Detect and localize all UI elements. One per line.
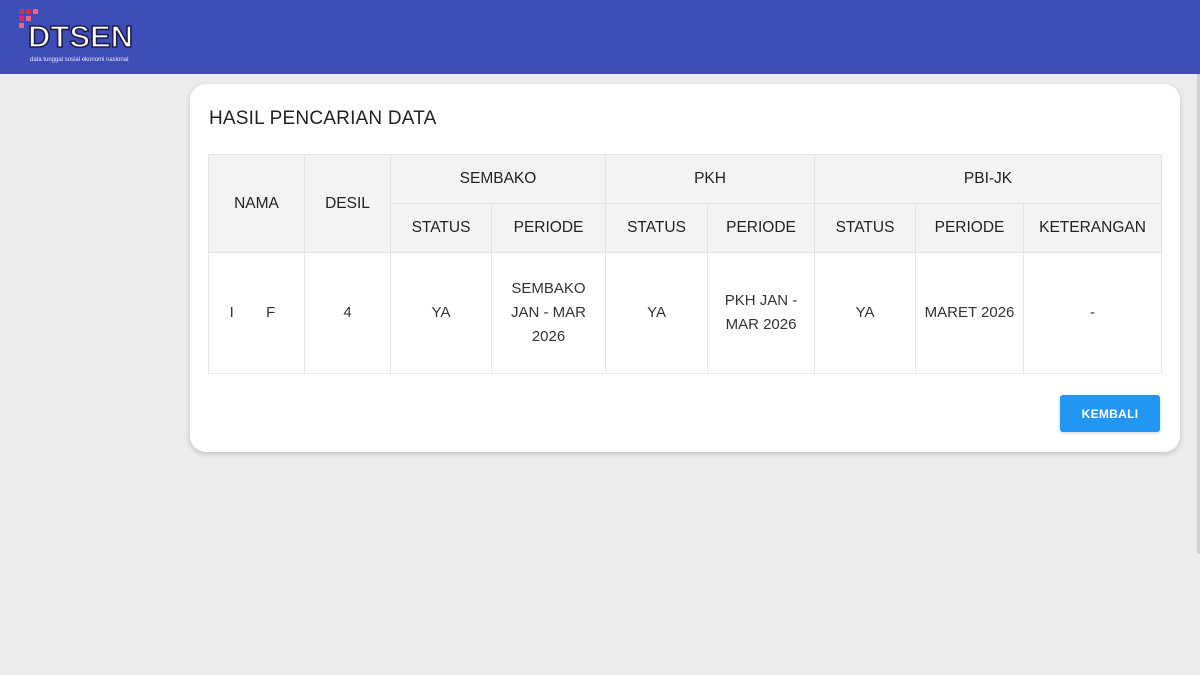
header-pkh: PKH (605, 154, 816, 204)
header-pbi-jk-status: STATUS (814, 203, 917, 253)
table-header-row: NAMA DESIL SEMBAKO PKH PBI-JK (208, 154, 1163, 253)
header-pbi-jk-keterangan: KETERANGAN (1023, 203, 1163, 253)
cell-pkh-periode: PKH JAN - MAR 2026 (707, 252, 816, 374)
logo-tagline: data tunggal sosial ekonomi nasional (30, 57, 129, 63)
cell-sembako-periode: SEMBAKO JAN - MAR 2026 (490, 252, 607, 374)
logo-wordmark: DTSEN (27, 19, 134, 55)
dtsen-logo[interactable]: DTSEN data tunggal sosial ekonomi nasion… (18, 8, 158, 66)
header-pbi-jk: PBI-JK (814, 154, 1163, 204)
header-pkh-periode: PERIODE (707, 203, 816, 253)
cell-desil: 4 (304, 252, 391, 374)
cell-pbi-jk-status: YA (814, 252, 917, 374)
cell-sembako-status: YA (390, 252, 492, 374)
cell-pbi-jk-periode: MARET 2026 (915, 252, 1025, 374)
page-title: HASIL PENCARIAN DATA (209, 108, 437, 129)
search-result-card: HASIL PENCARIAN DATA NAMA DESIL SEMBAKO … (190, 84, 1180, 452)
top-app-bar: DTSEN data tunggal sosial ekonomi nasion… (0, 0, 1200, 74)
cell-nama: I F (208, 252, 305, 374)
header-nama: NAMA (208, 154, 305, 253)
kembali-button[interactable]: KEMBALI (1060, 395, 1160, 432)
header-desil: DESIL (304, 154, 391, 253)
header-pkh-status: STATUS (605, 203, 709, 253)
cell-pbi-jk-keterangan: - (1023, 252, 1163, 374)
header-sembako-status: STATUS (390, 203, 492, 253)
result-table: NAMA DESIL SEMBAKO PKH PBI-JK STATUS PER… (208, 154, 1163, 374)
header-sembako: SEMBAKO (389, 154, 607, 204)
header-pbi-jk-periode: PERIODE (915, 203, 1025, 253)
header-sembako-periode: PERIODE (490, 203, 607, 253)
cell-pkh-status: YA (605, 252, 709, 374)
table-row: I F 4 YA SEMBAKO JAN - MAR 2026 YA PKH J… (208, 252, 1163, 374)
